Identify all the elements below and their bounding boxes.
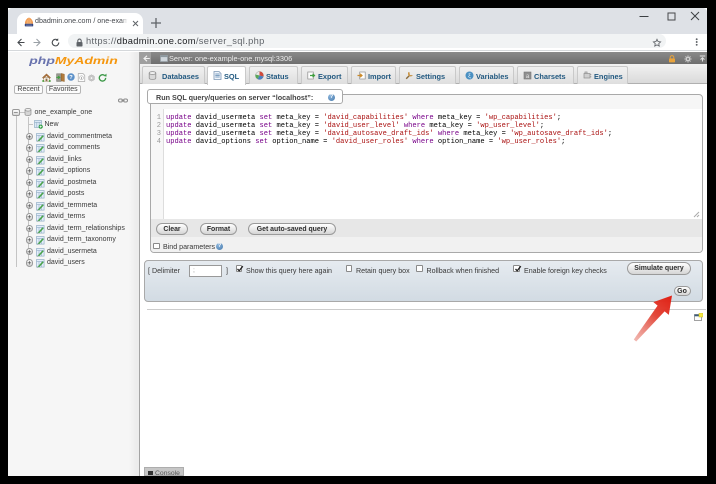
svg-text:ξ: ξ [468, 72, 471, 79]
svg-text:?: ? [69, 75, 73, 81]
